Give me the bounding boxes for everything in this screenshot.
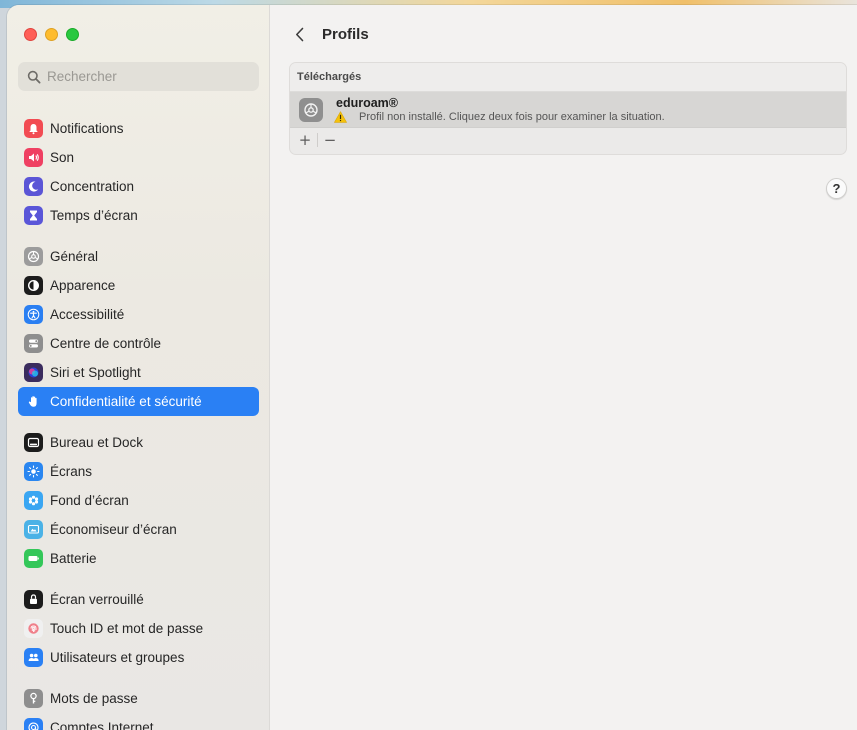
sidebar-item-appearance[interactable]: Apparence bbox=[18, 271, 259, 300]
accessibility-icon bbox=[24, 305, 43, 324]
sidebar-item-label: Touch ID et mot de passe bbox=[50, 621, 204, 636]
sidebar-item-hand[interactable]: Confidentialité et sécurité bbox=[18, 387, 259, 416]
sun-icon bbox=[24, 462, 43, 481]
sidebar-item-speaker[interactable]: Son bbox=[18, 143, 259, 172]
sidebar-item-users[interactable]: Utilisateurs et groupes bbox=[18, 643, 259, 672]
sidebar-item-label: Confidentialité et sécurité bbox=[50, 394, 202, 409]
sidebar-item-label: Batterie bbox=[50, 551, 97, 566]
window-controls bbox=[24, 28, 79, 41]
sidebar-group: Bureau et Dock Écrans Fond d’écran Économis… bbox=[18, 428, 259, 573]
profile-details: eduroam® Profil non installé. Cliquez de… bbox=[334, 95, 665, 124]
sidebar-item-wallpaper[interactable]: Fond d’écran bbox=[18, 486, 259, 515]
sidebar-item-key[interactable]: Mots de passe bbox=[18, 684, 259, 713]
page-title: Profils bbox=[322, 25, 369, 43]
hand-icon bbox=[24, 392, 43, 411]
sidebar-item-label: Mots de passe bbox=[50, 691, 138, 706]
close-window-button[interactable] bbox=[24, 28, 37, 41]
profile-name: eduroam® bbox=[336, 95, 398, 110]
sidebar-item-label: Comptes Internet bbox=[50, 720, 154, 730]
sidebar-item-label: Son bbox=[50, 150, 75, 165]
sidebar-item-label: Temps d’écran bbox=[50, 208, 138, 223]
profile-status: Profil non installé. Cliquez deux fois p… bbox=[334, 110, 665, 124]
back-button[interactable] bbox=[290, 23, 308, 45]
sidebar-item-control-center[interactable]: Centre de contrôle bbox=[18, 329, 259, 358]
sidebar-item-battery[interactable]: Batterie bbox=[18, 544, 259, 573]
sidebar-item-dock[interactable]: Bureau et Dock bbox=[18, 428, 259, 457]
sidebar-item-label: Économiseur d’écran bbox=[50, 522, 177, 537]
remove-profile-button[interactable]: − bbox=[321, 131, 339, 149]
sidebar-item-label: Général bbox=[50, 249, 99, 264]
sidebar-item-label: Bureau et Dock bbox=[50, 435, 144, 450]
sidebar-item-label: Écrans bbox=[50, 464, 93, 479]
lock-icon bbox=[24, 590, 43, 609]
sidebar-item-screensaver[interactable]: Économiseur d’écran bbox=[18, 515, 259, 544]
sidebar-item-hourglass[interactable]: Temps d’écran bbox=[18, 201, 259, 230]
bell-icon bbox=[24, 119, 43, 138]
sidebar-item-moon[interactable]: Concentration bbox=[18, 172, 259, 201]
sidebar-item-label: Apparence bbox=[50, 278, 116, 293]
control-center-icon bbox=[24, 334, 43, 353]
sidebar-group: Général Apparence Accessibilité Centre de c… bbox=[18, 242, 259, 416]
sidebar-group: Notifications Son Concentration Temps d’écr… bbox=[18, 114, 259, 230]
profile-status-text: Profil non installé. Cliquez deux fois p… bbox=[359, 110, 665, 123]
zoom-window-button[interactable] bbox=[66, 28, 79, 41]
moon-icon bbox=[24, 177, 43, 196]
sidebar-item-label: Concentration bbox=[50, 179, 135, 194]
speaker-icon bbox=[24, 148, 43, 167]
screensaver-icon bbox=[24, 520, 43, 539]
help-button[interactable]: ? bbox=[826, 178, 847, 199]
chevron-left-icon bbox=[295, 27, 303, 41]
battery-icon bbox=[24, 549, 43, 568]
sidebar-item-label: Accessibilité bbox=[50, 307, 125, 322]
sidebar-item-lock[interactable]: Écran verrouillé bbox=[18, 585, 259, 614]
at-icon bbox=[24, 718, 43, 730]
sidebar-item-label: Écran verrouillé bbox=[50, 592, 144, 607]
warning-icon bbox=[334, 110, 347, 123]
key-icon bbox=[24, 689, 43, 708]
profile-gear-icon bbox=[299, 97, 323, 122]
fingerprint-icon bbox=[24, 619, 43, 638]
toolbar-divider bbox=[317, 133, 318, 147]
sidebar-item-label: Utilisateurs et groupes bbox=[50, 650, 185, 665]
panel-toolbar: + − bbox=[290, 128, 846, 152]
hourglass-icon bbox=[24, 206, 43, 225]
sidebar-item-gear[interactable]: Général bbox=[18, 242, 259, 271]
gear-icon bbox=[24, 247, 43, 266]
sidebar-group: Mots de passe Comptes Internet bbox=[18, 684, 259, 730]
sidebar-item-label: Siri et Spotlight bbox=[50, 365, 141, 380]
sidebar-item-bell[interactable]: Notifications bbox=[18, 114, 259, 143]
sidebar: Notifications Son Concentration Temps d’écr… bbox=[7, 5, 270, 730]
sidebar-item-siri[interactable]: Siri et Spotlight bbox=[18, 358, 259, 387]
main-pane: Profils Téléchargés eduroam® Profil non … bbox=[270, 5, 857, 730]
settings-window: Notifications Son Concentration Temps d’écr… bbox=[7, 5, 857, 730]
search-field[interactable] bbox=[18, 62, 259, 91]
users-icon bbox=[24, 648, 43, 667]
add-profile-button[interactable]: + bbox=[296, 131, 314, 149]
sidebar-item-accessibility[interactable]: Accessibilité bbox=[18, 300, 259, 329]
sidebar-nav: Notifications Son Concentration Temps d’écr… bbox=[18, 114, 259, 730]
minimize-window-button[interactable] bbox=[45, 28, 58, 41]
sidebar-item-fingerprint[interactable]: Touch ID et mot de passe bbox=[18, 614, 259, 643]
section-label: Téléchargés bbox=[290, 63, 846, 92]
sidebar-group: Écran verrouillé Touch ID et mot de passe… bbox=[18, 585, 259, 672]
sidebar-item-label: Fond d’écran bbox=[50, 493, 129, 508]
appearance-icon bbox=[24, 276, 43, 295]
sidebar-item-label: Notifications bbox=[50, 121, 124, 136]
sidebar-item-label: Centre de contrôle bbox=[50, 336, 162, 351]
search-input[interactable] bbox=[47, 69, 247, 84]
wallpaper-icon bbox=[24, 491, 43, 510]
profiles-panel: Téléchargés eduroam® Profil non installé… bbox=[289, 62, 847, 155]
sidebar-item-sun[interactable]: Écrans bbox=[18, 457, 259, 486]
profile-row-eduroam[interactable]: eduroam® Profil non installé. Cliquez de… bbox=[290, 92, 846, 128]
siri-icon bbox=[24, 363, 43, 382]
search-icon bbox=[27, 70, 41, 84]
sidebar-item-at[interactable]: Comptes Internet bbox=[18, 713, 259, 730]
page-header: Profils bbox=[290, 23, 369, 45]
dock-icon bbox=[24, 433, 43, 452]
